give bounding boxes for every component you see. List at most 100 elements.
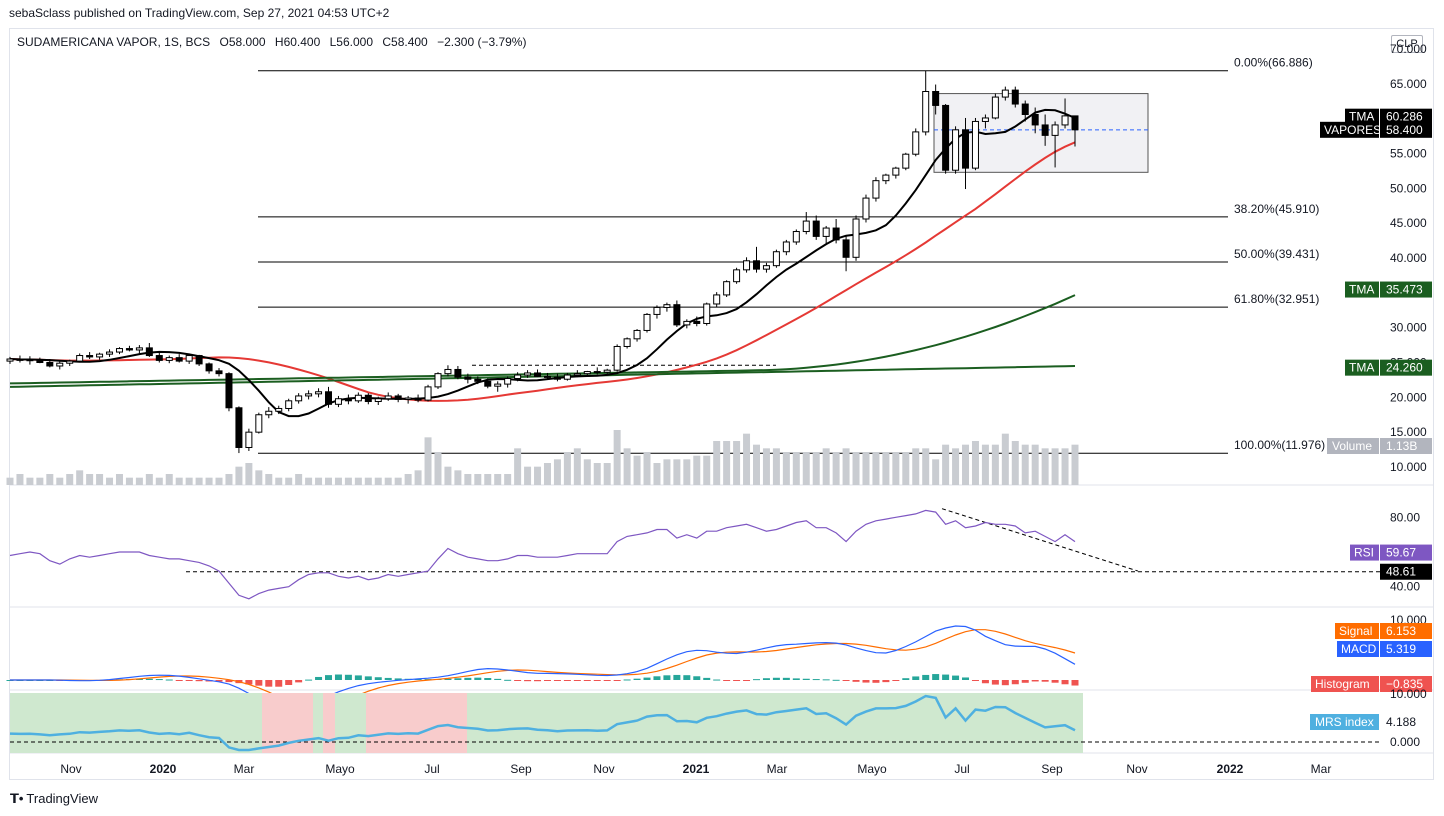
tma-green-tag-value: 35.473 <box>1386 283 1423 297</box>
time-axis-label: Jul <box>954 762 969 776</box>
candle-body <box>1001 89 1009 98</box>
macd-histogram-bar <box>922 674 930 680</box>
candle-body <box>832 227 840 241</box>
candle-body <box>981 117 989 122</box>
volume-bar <box>295 474 303 485</box>
rsi-line <box>9 509 1076 600</box>
volume-bar <box>394 477 402 485</box>
macd-histogram-bar <box>1001 680 1009 686</box>
candle-body <box>1041 124 1049 136</box>
volume-bar <box>782 452 790 485</box>
candle-body <box>713 294 721 305</box>
candle-body <box>1011 89 1019 105</box>
macd-histogram-bar <box>583 680 591 681</box>
volume-bar <box>424 437 432 485</box>
volume-bar <box>225 474 233 485</box>
volume-bar <box>185 477 193 485</box>
candle-body <box>543 375 551 378</box>
macd-histogram-bar <box>743 680 751 681</box>
volume-bar <box>464 474 472 485</box>
macd-histogram-bar <box>623 679 631 681</box>
signal-tag-value: 6.153 <box>1386 624 1416 638</box>
price-axis-label: 40.000 <box>1390 251 1427 265</box>
candle-body <box>524 372 532 376</box>
volume-bar <box>56 477 64 485</box>
macd-histogram-bar <box>842 680 850 681</box>
time-axis-label: Sep <box>510 762 532 776</box>
candle-body <box>792 231 800 243</box>
volume-bar <box>842 448 850 485</box>
volume-bar <box>822 448 830 485</box>
candle-body <box>683 320 691 326</box>
mrs-negative-zone <box>366 693 467 753</box>
volume-bar <box>981 444 989 485</box>
volume-bar <box>245 463 253 485</box>
macd-histogram-bar <box>683 675 691 680</box>
candle-body <box>275 407 283 412</box>
candle-body <box>962 129 970 169</box>
volume-bar <box>115 474 123 485</box>
fib-level-label: 61.80%(32.951) <box>1234 292 1319 306</box>
rsi-trendline <box>941 508 1139 572</box>
volume-bar <box>762 448 770 485</box>
volume-bar <box>66 474 74 485</box>
volume-bar <box>484 474 492 485</box>
candle-body <box>215 370 223 375</box>
candle-body <box>195 355 203 365</box>
macd-histogram-bar <box>325 675 333 680</box>
candle-body <box>643 313 651 331</box>
macd-histogram-bar <box>384 677 392 680</box>
volume-bar <box>1021 444 1029 485</box>
signal-tag-label: Signal <box>1339 624 1372 638</box>
candle-body <box>6 358 14 362</box>
macd-histogram-bar <box>484 678 492 680</box>
volume-bar <box>155 477 163 485</box>
time-axis-label: Mar <box>767 762 788 776</box>
volume-bar <box>653 463 661 485</box>
volume-bar <box>683 459 691 485</box>
volume-bar <box>514 448 522 485</box>
volume-bar <box>623 448 631 485</box>
mrs-background <box>10 693 1083 753</box>
rsi-level-value: 48.61 <box>1386 565 1416 579</box>
histogram-tag-label: Histogram <box>1315 677 1370 691</box>
chart-canvas[interactable]: 70.00065.00060.00055.00050.00045.00040.0… <box>0 0 1444 816</box>
volume-bar <box>145 474 153 485</box>
candle-body <box>265 410 273 416</box>
tma-fast-tag-value: 60.286 <box>1386 110 1423 124</box>
volume-bar <box>76 470 84 485</box>
tma-green2-tag-value: 24.260 <box>1386 361 1423 375</box>
candle-body <box>852 218 860 258</box>
candle-body <box>96 353 104 358</box>
macd-tag-label: MACD <box>1341 642 1377 656</box>
candle-body <box>384 395 392 400</box>
macd-histogram-bar <box>663 675 671 680</box>
volume-bar <box>583 459 591 485</box>
macd-tag-value: 5.319 <box>1386 642 1416 656</box>
macd-histogram-bar <box>723 680 731 681</box>
candle-body <box>1021 103 1029 115</box>
volume-bar <box>1001 433 1009 485</box>
candle-body <box>952 129 960 171</box>
volume-bar <box>125 477 133 485</box>
macd-histogram-bar <box>534 680 542 682</box>
volume-bar <box>384 477 392 485</box>
volume-bar <box>534 466 542 485</box>
candle-body <box>772 251 780 267</box>
macd-histogram-bar <box>912 676 920 680</box>
candle-body <box>374 398 382 403</box>
macd-histogram-bar <box>305 679 313 681</box>
candle-body <box>971 120 979 169</box>
candle-body <box>563 374 571 380</box>
macd-histogram-bar <box>494 678 502 680</box>
volume-bar <box>663 459 671 485</box>
macd-histogram-bar <box>524 680 532 682</box>
macd-histogram-bar <box>295 680 303 683</box>
macd-histogram-bar <box>155 679 163 681</box>
volume-bar <box>922 448 930 485</box>
brand-footer[interactable]: 𝗧• TradingView <box>10 791 98 807</box>
volume-bar <box>962 444 970 485</box>
candle-body <box>115 348 123 353</box>
volume-bar <box>36 477 44 485</box>
macd-histogram-bar <box>454 678 462 680</box>
